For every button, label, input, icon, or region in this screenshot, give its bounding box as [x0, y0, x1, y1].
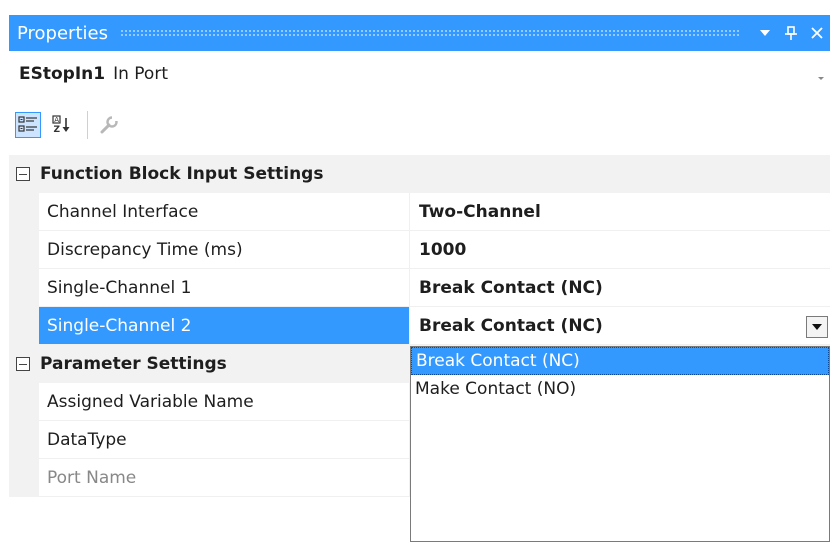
categorized-icon[interactable] [15, 112, 41, 138]
dropdown-arrow-icon[interactable] [752, 15, 778, 51]
object-selector[interactable]: EStopIn1 In Port [9, 54, 830, 94]
chevron-down-icon[interactable] [816, 68, 826, 80]
panel-title: Properties [17, 22, 108, 44]
dropdown-option-break-contact[interactable]: Break Contact (NC) [411, 347, 829, 375]
category-label: Function Block Input Settings [40, 164, 324, 184]
svg-text:Z: Z [54, 125, 61, 135]
collapse-icon[interactable] [16, 357, 30, 371]
dropdown-list[interactable]: Break Contact (NC) Make Contact (NO) [410, 346, 830, 542]
properties-title-bar[interactable]: Properties [9, 15, 830, 51]
properties-toolbar: A Z [9, 102, 830, 148]
property-name: Assigned Variable Name [39, 383, 409, 421]
property-pages-icon[interactable] [96, 112, 122, 138]
alphabetical-sort-icon[interactable]: A Z [49, 112, 75, 138]
toolbar-separator [87, 111, 88, 139]
dropdown-button[interactable] [806, 316, 828, 338]
title-grip [119, 29, 740, 37]
property-value[interactable]: 1000 [409, 231, 830, 269]
chevron-down-icon [812, 324, 822, 330]
property-name: Port Name [39, 459, 409, 497]
property-name: DataType [39, 421, 409, 459]
svg-text:A: A [54, 116, 59, 124]
collapse-icon[interactable] [16, 167, 30, 181]
property-row-selected[interactable]: Single-Channel 2 Break Contact (NC) [9, 307, 830, 345]
selected-object-name: EStopIn1 [19, 64, 106, 84]
category-label: Parameter Settings [40, 354, 227, 374]
property-name: Discrepancy Time (ms) [39, 231, 409, 269]
pin-icon[interactable] [778, 15, 804, 51]
property-value-combo[interactable]: Break Contact (NC) [409, 307, 830, 345]
property-value[interactable]: Break Contact (NC) [409, 269, 830, 307]
dropdown-option-make-contact[interactable]: Make Contact (NO) [411, 375, 829, 403]
property-value[interactable]: Two-Channel [409, 193, 830, 231]
selected-object-type: In Port [113, 64, 168, 84]
category-row[interactable]: Function Block Input Settings [9, 155, 830, 193]
property-name: Single-Channel 1 [39, 269, 409, 307]
property-row[interactable]: Discrepancy Time (ms) 1000 [9, 231, 830, 269]
property-row[interactable]: Single-Channel 1 Break Contact (NC) [9, 269, 830, 307]
property-name: Channel Interface [39, 193, 409, 231]
property-name: Single-Channel 2 [39, 307, 409, 345]
close-icon[interactable] [804, 15, 830, 51]
property-row[interactable]: Channel Interface Two-Channel [9, 193, 830, 231]
